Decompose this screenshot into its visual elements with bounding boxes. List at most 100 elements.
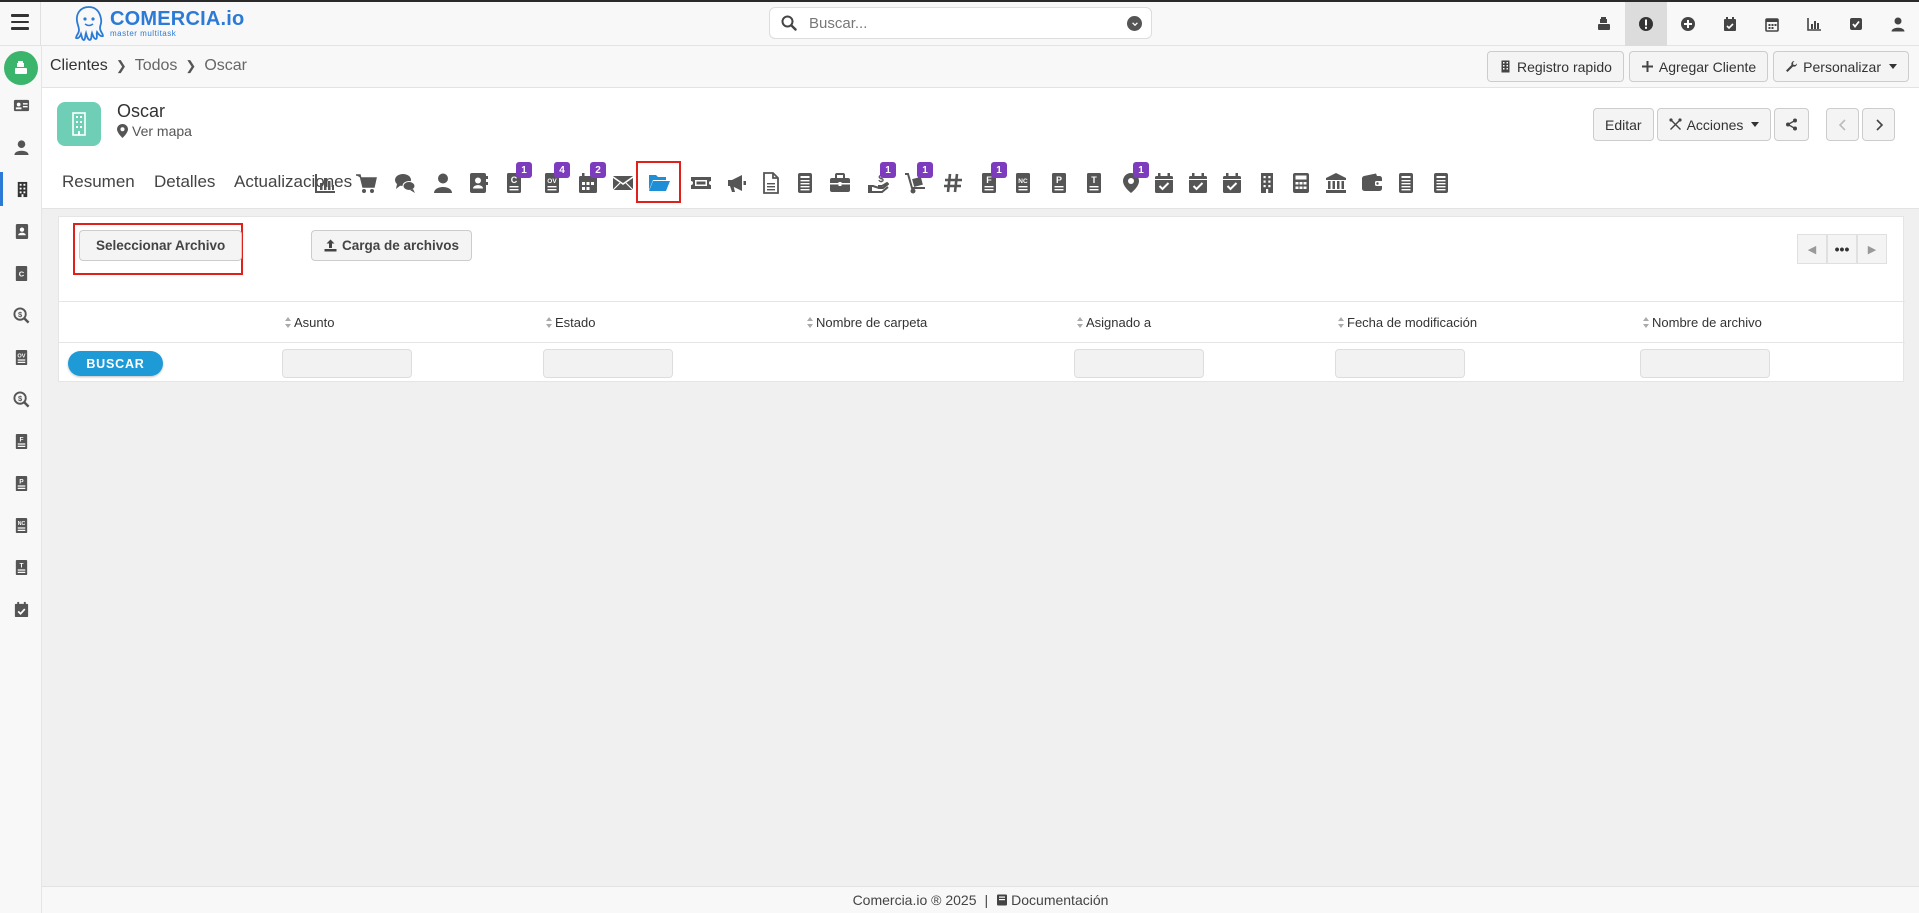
sidebar-item-search-sales[interactable]: $: [0, 298, 42, 332]
tab-invoice[interactable]: F1: [971, 162, 1007, 199]
column-header-estado[interactable]: Estado: [546, 315, 595, 330]
tab-building[interactable]: [1249, 167, 1285, 199]
record-name: Oscar: [117, 101, 166, 121]
svg-text:NC: NC: [17, 521, 25, 527]
search-button[interactable]: BUSCAR: [68, 351, 163, 376]
documentation-link[interactable]: Documentación: [996, 892, 1108, 908]
tab-calendar-check[interactable]: [1180, 167, 1216, 199]
next-record-button[interactable]: [1862, 108, 1895, 141]
edit-button[interactable]: Editar: [1593, 108, 1654, 141]
tab-file[interactable]: [753, 167, 789, 199]
tab-hashtag[interactable]: [935, 167, 971, 199]
quick-register-button[interactable]: Registro rapido: [1486, 51, 1624, 82]
sort-icon: [807, 317, 813, 328]
tab-t-doc[interactable]: T: [1076, 167, 1112, 199]
tab-megaphone[interactable]: [718, 167, 754, 199]
column-header-nombre-carpeta[interactable]: Nombre de carpeta: [807, 315, 927, 330]
calendar-check-icon[interactable]: [1709, 2, 1751, 46]
filter-fecha-input[interactable]: [1335, 349, 1465, 378]
cash-register-icon[interactable]: [1583, 2, 1625, 46]
tab-chart[interactable]: [307, 167, 343, 199]
pager-more-button[interactable]: •••: [1827, 234, 1857, 264]
user-icon[interactable]: [1877, 2, 1919, 46]
tab-resumen[interactable]: Resumen: [62, 172, 135, 192]
tab-briefcase[interactable]: [822, 167, 858, 199]
sidebar-item-quotes[interactable]: C: [0, 256, 42, 290]
t-doc-icon: T: [1087, 173, 1101, 193]
view-map-label: Ver mapa: [132, 123, 192, 139]
sidebar-item-p-docs[interactable]: P: [0, 466, 42, 500]
tab-detalles[interactable]: Detalles: [154, 172, 215, 192]
app-switcher-icon[interactable]: [4, 51, 38, 85]
tab-p-doc[interactable]: P: [1041, 167, 1077, 199]
breadcrumb-item-clientes[interactable]: Clientes: [50, 57, 108, 75]
actions-button[interactable]: Acciones: [1656, 108, 1772, 141]
sidebar-item-invoices[interactable]: F: [0, 424, 42, 458]
receipt-icon: [1399, 173, 1413, 193]
brand-logo[interactable]: COMERCIA.io master multitask: [72, 3, 244, 43]
column-header-nombre-archivo[interactable]: Nombre de archivo: [1643, 315, 1762, 330]
checkbox-icon[interactable]: [1835, 2, 1877, 46]
tab-cart[interactable]: [348, 167, 384, 199]
customize-button[interactable]: Personalizar: [1773, 51, 1909, 82]
breadcrumb-item-todos[interactable]: Todos: [135, 57, 178, 75]
add-client-button[interactable]: Agregar Cliente: [1628, 51, 1769, 82]
tab-calendar-grid[interactable]: 2: [570, 162, 606, 199]
tab-quote[interactable]: C1: [496, 162, 532, 199]
tab-bank[interactable]: [1318, 167, 1354, 199]
sidebar-item-orders[interactable]: OV: [0, 340, 42, 374]
sidebar-item-search-purchases[interactable]: $: [0, 382, 42, 416]
column-header-asunto[interactable]: Asunto: [285, 315, 334, 330]
tab-user[interactable]: [425, 167, 461, 199]
tab-dolly[interactable]: 1: [897, 162, 933, 199]
tab-hand-dollar[interactable]: $1: [860, 162, 896, 199]
select-file-button[interactable]: Seleccionar Archivo: [79, 230, 243, 261]
tab-folder-open[interactable]: [636, 161, 681, 203]
tab-address-book[interactable]: [460, 167, 496, 199]
calendar-icon[interactable]: [1751, 2, 1793, 46]
sort-icon: [285, 317, 291, 328]
filter-asunto-input[interactable]: [282, 349, 412, 378]
filter-estado-input[interactable]: [543, 349, 673, 378]
sidebar-item-address-book[interactable]: [0, 214, 42, 248]
id-card-icon: [13, 99, 29, 111]
sidebar-item-contacts[interactable]: [0, 88, 42, 122]
tab-comments[interactable]: [387, 167, 423, 199]
previous-record-button[interactable]: [1826, 108, 1859, 141]
wrench-icon: [1786, 60, 1798, 72]
brand-subtitle: master multitask: [110, 28, 177, 38]
chart-bar-icon[interactable]: [1793, 2, 1835, 46]
search-input[interactable]: [809, 14, 1109, 32]
tab-calendar-check[interactable]: [1214, 167, 1250, 199]
search-dropdown-icon[interactable]: [1127, 16, 1142, 31]
sidebar-item-users[interactable]: [0, 130, 42, 164]
column-header-fecha-modificacion[interactable]: Fecha de modificación: [1338, 315, 1477, 330]
tab-calculator[interactable]: [1283, 167, 1319, 199]
tab-order[interactable]: OV 4: [534, 162, 570, 199]
sidebar-item-t-docs[interactable]: T: [0, 550, 42, 584]
tab-receipt[interactable]: [1423, 167, 1459, 199]
column-header-asignado-a[interactable]: Asignado a: [1077, 315, 1151, 330]
upload-files-button[interactable]: Carga de archivos: [311, 230, 473, 261]
menu-icon[interactable]: [8, 10, 32, 34]
sidebar-item-clients[interactable]: [0, 172, 42, 206]
pager-prev-button[interactable]: ◀: [1797, 234, 1827, 264]
sidebar-item-tasks[interactable]: [0, 592, 42, 626]
plus-circle-icon[interactable]: [1667, 2, 1709, 46]
tab-map-pin[interactable]: 1: [1113, 162, 1149, 199]
sort-icon: [1077, 317, 1083, 328]
filter-asignado-input[interactable]: [1074, 349, 1204, 378]
tab-receipt[interactable]: [787, 167, 823, 199]
envelope-icon: [612, 176, 634, 191]
alert-icon[interactable]: [1625, 2, 1667, 46]
share-button[interactable]: [1774, 108, 1810, 141]
view-map-link[interactable]: Ver mapa: [117, 123, 192, 139]
filter-nombre-archivo-input[interactable]: [1640, 349, 1770, 378]
pager-next-button[interactable]: ▶: [1857, 234, 1887, 264]
tab-ticket[interactable]: [683, 167, 719, 199]
tab-calendar-check[interactable]: [1146, 167, 1182, 199]
sidebar-item-credit-notes[interactable]: NC: [0, 508, 42, 542]
tab-wallet[interactable]: [1354, 167, 1390, 199]
tab-receipt[interactable]: [1388, 167, 1424, 199]
tab-credit-note[interactable]: NC: [1005, 167, 1041, 199]
